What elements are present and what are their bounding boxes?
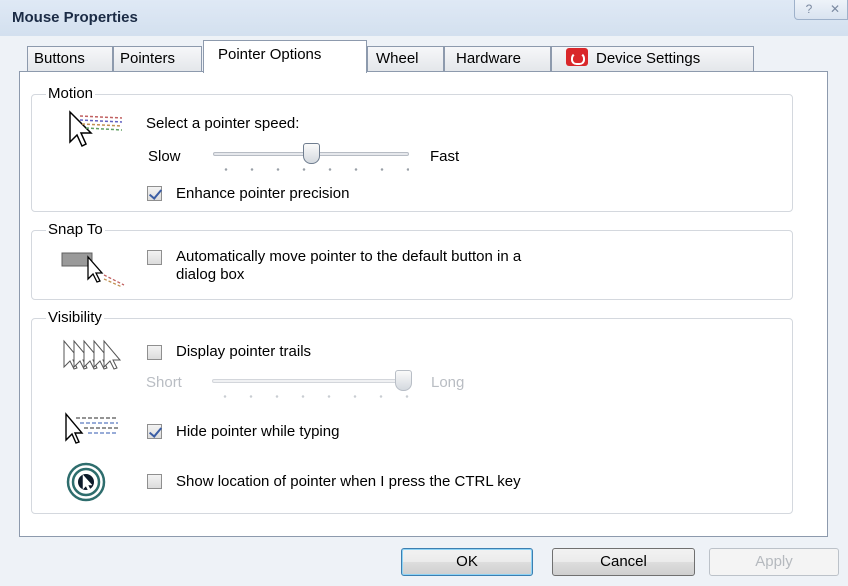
tab-wheel[interactable]: Wheel <box>367 46 444 72</box>
hide-pointer-typing-checkbox[interactable] <box>147 424 162 439</box>
tab-label: Pointers <box>120 50 176 67</box>
long-label: Long <box>431 374 465 391</box>
hide-pointer-typing-label: Hide pointer while typing <box>176 423 340 440</box>
fast-label: Fast <box>430 148 460 165</box>
tab-buttons[interactable]: Buttons <box>27 46 113 72</box>
trail-length-slider-thumb[interactable] <box>395 370 412 391</box>
enhance-precision-label: Enhance pointer precision <box>176 185 350 202</box>
show-location-checkbox[interactable] <box>147 474 162 489</box>
show-location-icon <box>66 462 106 502</box>
tab-label: Hardware <box>456 50 522 67</box>
pointer-speed-icon <box>69 110 123 148</box>
tab-label: Buttons <box>34 50 85 67</box>
pointer-speed-slider-thumb[interactable] <box>302 143 320 164</box>
tab-label: Wheel <box>376 50 419 67</box>
tab-label: Pointer Options <box>218 46 322 63</box>
snap-to-icon <box>61 252 125 288</box>
pointer-trails-checkbox[interactable] <box>147 345 162 360</box>
motion-group: Motion <box>31 85 793 212</box>
trail-length-ticks <box>212 395 412 398</box>
pointer-speed-label: Select a pointer speed: <box>146 115 300 132</box>
tab-strip: Buttons Pointers Pointer Options Wheel H… <box>0 36 848 73</box>
motion-group-title: Motion <box>46 85 96 103</box>
snap-to-label-line1: Automatically move pointer to the defaul… <box>176 248 522 265</box>
snap-to-checkbox[interactable] <box>147 250 162 265</box>
tab-pointer-options[interactable]: Pointer Options <box>203 40 367 73</box>
ok-button[interactable]: OK <box>401 548 533 576</box>
title-bar: Mouse Properties ? ✕ <box>0 0 848 36</box>
snap-to-group-title: Snap To <box>46 221 105 239</box>
short-label: Short <box>146 374 182 391</box>
slow-label: Slow <box>148 148 181 165</box>
device-settings-icon <box>566 48 588 66</box>
apply-button[interactable]: Apply <box>709 548 839 576</box>
pointer-speed-ticks <box>213 168 409 171</box>
tab-hardware[interactable]: Hardware <box>444 46 551 72</box>
visibility-group-title: Visibility <box>46 309 104 327</box>
trail-length-slider-track[interactable] <box>212 379 412 383</box>
snap-to-label-line2: dialog box <box>176 266 245 283</box>
window-title: Mouse Properties <box>12 9 138 26</box>
close-button[interactable]: ✕ <box>823 0 848 20</box>
help-button[interactable]: ? <box>794 0 824 20</box>
show-location-label: Show location of pointer when I press th… <box>176 473 521 490</box>
hide-pointer-typing-icon <box>65 412 118 444</box>
cancel-button[interactable]: Cancel <box>552 548 695 576</box>
tab-device-settings[interactable]: Device Settings <box>551 46 754 72</box>
close-icon: ✕ <box>829 2 841 16</box>
help-icon: ? <box>805 2 813 16</box>
tab-pointers[interactable]: Pointers <box>113 46 202 72</box>
enhance-precision-checkbox[interactable] <box>147 186 162 201</box>
pointer-trails-label: Display pointer trails <box>176 343 312 360</box>
pointer-trails-icon <box>63 339 122 370</box>
tab-label: Device Settings <box>596 50 701 67</box>
